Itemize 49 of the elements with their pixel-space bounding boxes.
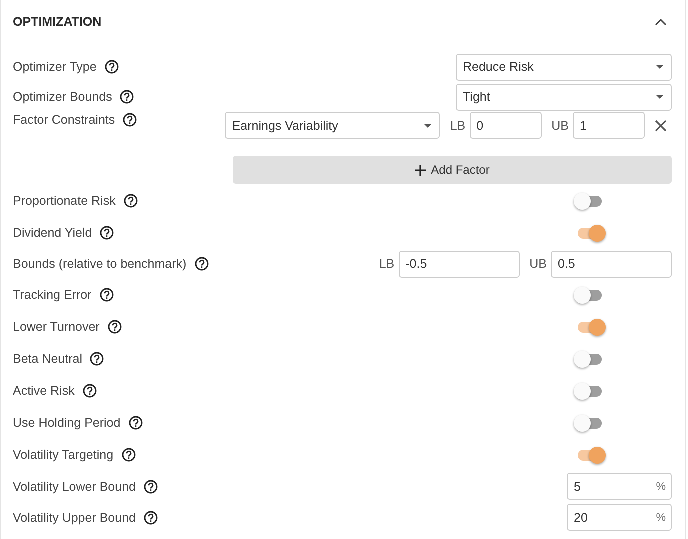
- help-icon[interactable]: [90, 352, 104, 366]
- chevron-up-icon[interactable]: [655, 18, 667, 26]
- dropdown[interactable]: Tight: [456, 84, 672, 110]
- add-factor-button[interactable]: Add Factor: [233, 156, 672, 184]
- help-icon[interactable]: [122, 448, 136, 462]
- bound-label: LB: [450, 118, 466, 132]
- field-label: Use Holding Period: [13, 416, 121, 430]
- input-field[interactable]: 20 %: [567, 504, 672, 531]
- field-label: Tracking Error: [13, 288, 92, 302]
- plus-icon: [415, 164, 426, 176]
- help-icon[interactable]: [104, 60, 119, 74]
- bound-label: UB: [552, 118, 569, 132]
- field-label: Factor Constraints: [13, 113, 116, 127]
- dropdown[interactable]: Reduce Risk: [456, 54, 672, 80]
- caret-icon: [423, 122, 434, 128]
- field-label: Optimizer Bounds: [13, 90, 112, 104]
- field-label: Proportionate Risk: [13, 194, 116, 208]
- help-icon[interactable]: [194, 257, 209, 271]
- help-icon[interactable]: [100, 288, 114, 302]
- field-label: Bounds (relative to benchmark): [13, 257, 187, 271]
- field-label: Lower Turnover: [13, 320, 100, 334]
- bound-label: LB: [379, 257, 395, 271]
- dropdown[interactable]: Earnings Variability: [225, 112, 440, 139]
- bound-label: UB: [530, 257, 547, 271]
- field-label: Dividend Yield: [13, 226, 92, 240]
- input-field[interactable]: -0.5: [398, 250, 520, 278]
- help-icon[interactable]: [128, 416, 143, 430]
- input-field[interactable]: 0: [470, 112, 542, 139]
- field-label: Volatility Upper Bound: [13, 510, 136, 524]
- caret-icon: [655, 94, 665, 100]
- field-label: Volatility Targeting: [13, 448, 114, 462]
- field-label: Beta Neutral: [13, 352, 82, 366]
- input-field[interactable]: 0.5: [551, 250, 672, 278]
- section-title: OPTIMIZATION: [13, 15, 102, 29]
- help-icon[interactable]: [82, 384, 97, 398]
- field-label: Optimizer Type: [13, 60, 97, 74]
- help-icon[interactable]: [123, 113, 138, 127]
- help-icon[interactable]: [100, 226, 114, 240]
- close-icon[interactable]: [655, 120, 667, 132]
- help-icon[interactable]: [144, 480, 158, 494]
- help-icon[interactable]: [120, 90, 134, 104]
- help-icon[interactable]: [144, 510, 158, 524]
- caret-icon: [655, 64, 665, 70]
- field-label: Volatility Lower Bound: [13, 480, 136, 494]
- help-icon[interactable]: [124, 194, 138, 208]
- field-label: Active Risk: [13, 384, 75, 398]
- input-field[interactable]: 5 %: [567, 473, 672, 500]
- help-icon[interactable]: [108, 320, 122, 334]
- input-field[interactable]: 1: [573, 112, 645, 139]
